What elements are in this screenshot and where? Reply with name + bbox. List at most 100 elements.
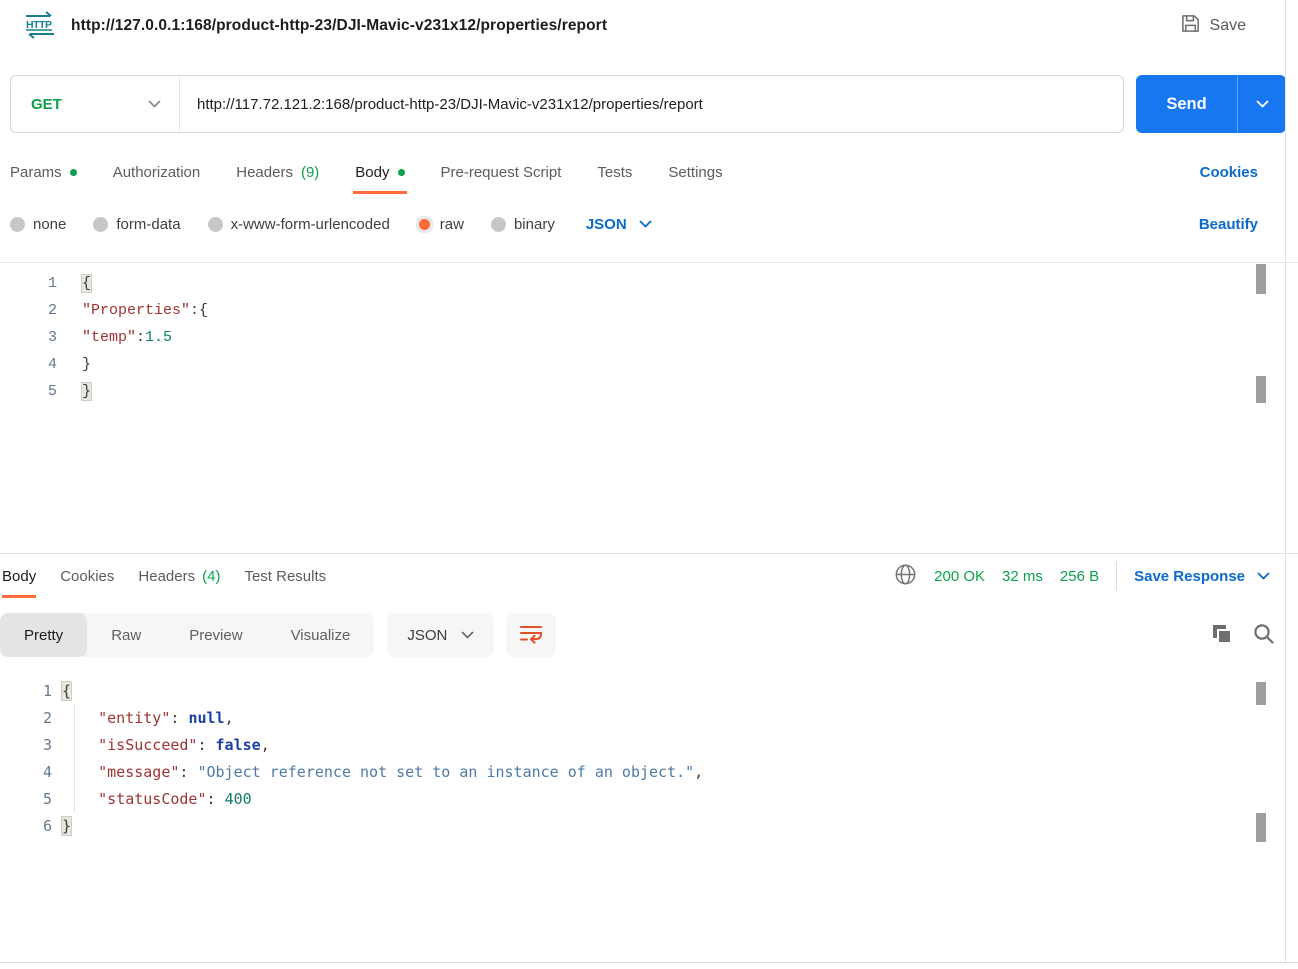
content-type-label: JSON bbox=[586, 216, 627, 233]
radio-label: raw bbox=[440, 216, 464, 233]
view-mode-pretty[interactable]: Pretty bbox=[0, 613, 87, 657]
request-url-row: GET Send bbox=[10, 75, 1286, 133]
response-tabs-list: Body Cookies Headers(4) Test Results bbox=[2, 554, 350, 598]
request-body-editor[interactable]: 1{2"Properties":{3"temp":1.54}5} bbox=[0, 262, 1298, 553]
line-content: "message": "Object reference not set to … bbox=[52, 759, 703, 786]
request-tab-params[interactable]: Params bbox=[10, 150, 77, 194]
line-content: "Properties":{ bbox=[57, 297, 208, 324]
search-response-button[interactable] bbox=[1252, 622, 1276, 649]
request-tabs: Params Authorization Headers(9) Body Pre-req… bbox=[0, 150, 1298, 194]
code-line: 1{ bbox=[0, 270, 1298, 297]
response-editor-scrollbar-thumb[interactable] bbox=[1256, 682, 1266, 705]
view-mode-raw[interactable]: Raw bbox=[87, 613, 165, 657]
body-mode-raw[interactable]: raw bbox=[417, 216, 464, 233]
line-content: } bbox=[52, 813, 71, 840]
tab-label: Params bbox=[10, 164, 62, 181]
body-mode-radios: none form-data x-www-form-urlencoded raw bin… bbox=[10, 216, 582, 233]
save-response-button[interactable]: Save Response bbox=[1134, 568, 1270, 585]
response-tab-cookies[interactable]: Cookies bbox=[60, 554, 114, 598]
chevron-down-icon bbox=[148, 97, 161, 112]
response-body-editor[interactable]: 1{2 "entity": null,3 "isSucceed": false,… bbox=[0, 678, 1298, 868]
code-line: 4} bbox=[0, 351, 1298, 378]
tab-label: Cookies bbox=[60, 568, 114, 585]
tab-active-dot bbox=[398, 169, 405, 176]
response-tab-test-results[interactable]: Test Results bbox=[244, 554, 326, 598]
request-tab-tests[interactable]: Tests bbox=[597, 150, 632, 194]
line-content: } bbox=[57, 378, 91, 405]
save-response-label: Save Response bbox=[1134, 568, 1245, 585]
response-language-dropdown[interactable]: JSON bbox=[387, 613, 494, 657]
save-button[interactable]: Save bbox=[1180, 13, 1246, 39]
tab-label: Settings bbox=[668, 164, 722, 181]
response-editor-overview-mark bbox=[1256, 813, 1266, 842]
request-tab-body[interactable]: Body bbox=[355, 150, 404, 194]
request-tab-settings[interactable]: Settings bbox=[668, 150, 722, 194]
body-mode-binary[interactable]: binary bbox=[491, 216, 555, 233]
search-icon bbox=[1252, 622, 1276, 649]
status-divider bbox=[1116, 562, 1117, 590]
tab-count-badge: (9) bbox=[301, 164, 319, 181]
send-button-label: Send bbox=[1136, 95, 1237, 114]
line-number: 4 bbox=[0, 759, 52, 786]
radio-label: binary bbox=[514, 216, 555, 233]
view-mode-visualize[interactable]: Visualize bbox=[267, 613, 375, 657]
network-globe-icon bbox=[894, 563, 917, 590]
response-tab-body[interactable]: Body bbox=[2, 554, 36, 598]
line-content: "temp":1.5 bbox=[57, 324, 172, 351]
request-tab-pre-request-script[interactable]: Pre-request Script bbox=[441, 150, 562, 194]
send-options-chevron-icon[interactable] bbox=[1238, 100, 1286, 109]
content-right-border bbox=[1285, 0, 1286, 962]
copy-response-button[interactable] bbox=[1210, 622, 1234, 649]
request-editor-overview-mark bbox=[1256, 376, 1266, 403]
line-number: 3 bbox=[0, 324, 57, 351]
response-view-segments: PrettyRawPreviewVisualize bbox=[0, 613, 374, 657]
tab-label: Body bbox=[355, 164, 389, 181]
chevron-down-icon bbox=[639, 216, 652, 233]
radio-icon bbox=[93, 217, 108, 232]
method-label: GET bbox=[31, 96, 62, 113]
save-icon bbox=[1180, 13, 1201, 39]
response-view-toolbar: PrettyRawPreviewVisualize JSON bbox=[0, 613, 1298, 657]
line-number: 5 bbox=[0, 786, 52, 813]
tab-active-dot bbox=[70, 169, 77, 176]
beautify-link[interactable]: Beautify bbox=[1199, 216, 1258, 233]
response-tab-headers[interactable]: Headers(4) bbox=[138, 554, 220, 598]
copy-icon bbox=[1210, 622, 1234, 649]
wrap-text-button[interactable] bbox=[506, 613, 556, 657]
status-code: 200 OK bbox=[934, 568, 985, 585]
content-type-dropdown[interactable]: JSON bbox=[586, 216, 652, 233]
response-actions bbox=[1210, 622, 1276, 649]
content-bottom-border bbox=[0, 962, 1298, 963]
code-line: 3 "isSucceed": false, bbox=[0, 732, 1298, 759]
url-input[interactable] bbox=[180, 76, 1123, 132]
code-line: 2"Properties":{ bbox=[0, 297, 1298, 324]
view-mode-preview[interactable]: Preview bbox=[165, 613, 266, 657]
code-line: 4 "message": "Object reference not set t… bbox=[0, 759, 1298, 786]
radio-icon bbox=[208, 217, 223, 232]
line-number: 2 bbox=[0, 297, 57, 324]
line-number: 1 bbox=[0, 678, 52, 705]
response-size: 256 B bbox=[1060, 568, 1099, 585]
code-line: 1{ bbox=[0, 678, 1298, 705]
body-mode-form-data[interactable]: form-data bbox=[93, 216, 180, 233]
http-method-icon: HTTP bbox=[22, 9, 58, 44]
code-line: 5} bbox=[0, 378, 1298, 405]
request-tab-headers[interactable]: Headers(9) bbox=[236, 150, 319, 194]
line-number: 6 bbox=[0, 813, 52, 840]
response-language-label: JSON bbox=[407, 627, 447, 644]
body-mode-x-www-form-urlencoded[interactable]: x-www-form-urlencoded bbox=[208, 216, 390, 233]
request-title: http://127.0.0.1:168/product-http-23/DJI… bbox=[71, 17, 607, 35]
response-tabs: Body Cookies Headers(4) Test Results 200 OK… bbox=[0, 554, 1298, 598]
send-button[interactable]: Send bbox=[1136, 75, 1286, 133]
request-editor-scrollbar-thumb[interactable] bbox=[1256, 264, 1266, 294]
radio-label: none bbox=[33, 216, 66, 233]
line-content: } bbox=[57, 351, 91, 378]
method-dropdown[interactable]: GET bbox=[11, 76, 179, 132]
line-content: "statusCode": 400 bbox=[52, 786, 252, 813]
body-mode-none[interactable]: none bbox=[10, 216, 66, 233]
tab-label: Tests bbox=[597, 164, 632, 181]
radio-label: x-www-form-urlencoded bbox=[231, 216, 390, 233]
request-tab-authorization[interactable]: Authorization bbox=[113, 150, 201, 194]
radio-label: form-data bbox=[116, 216, 180, 233]
cookies-link[interactable]: Cookies bbox=[1200, 164, 1258, 181]
